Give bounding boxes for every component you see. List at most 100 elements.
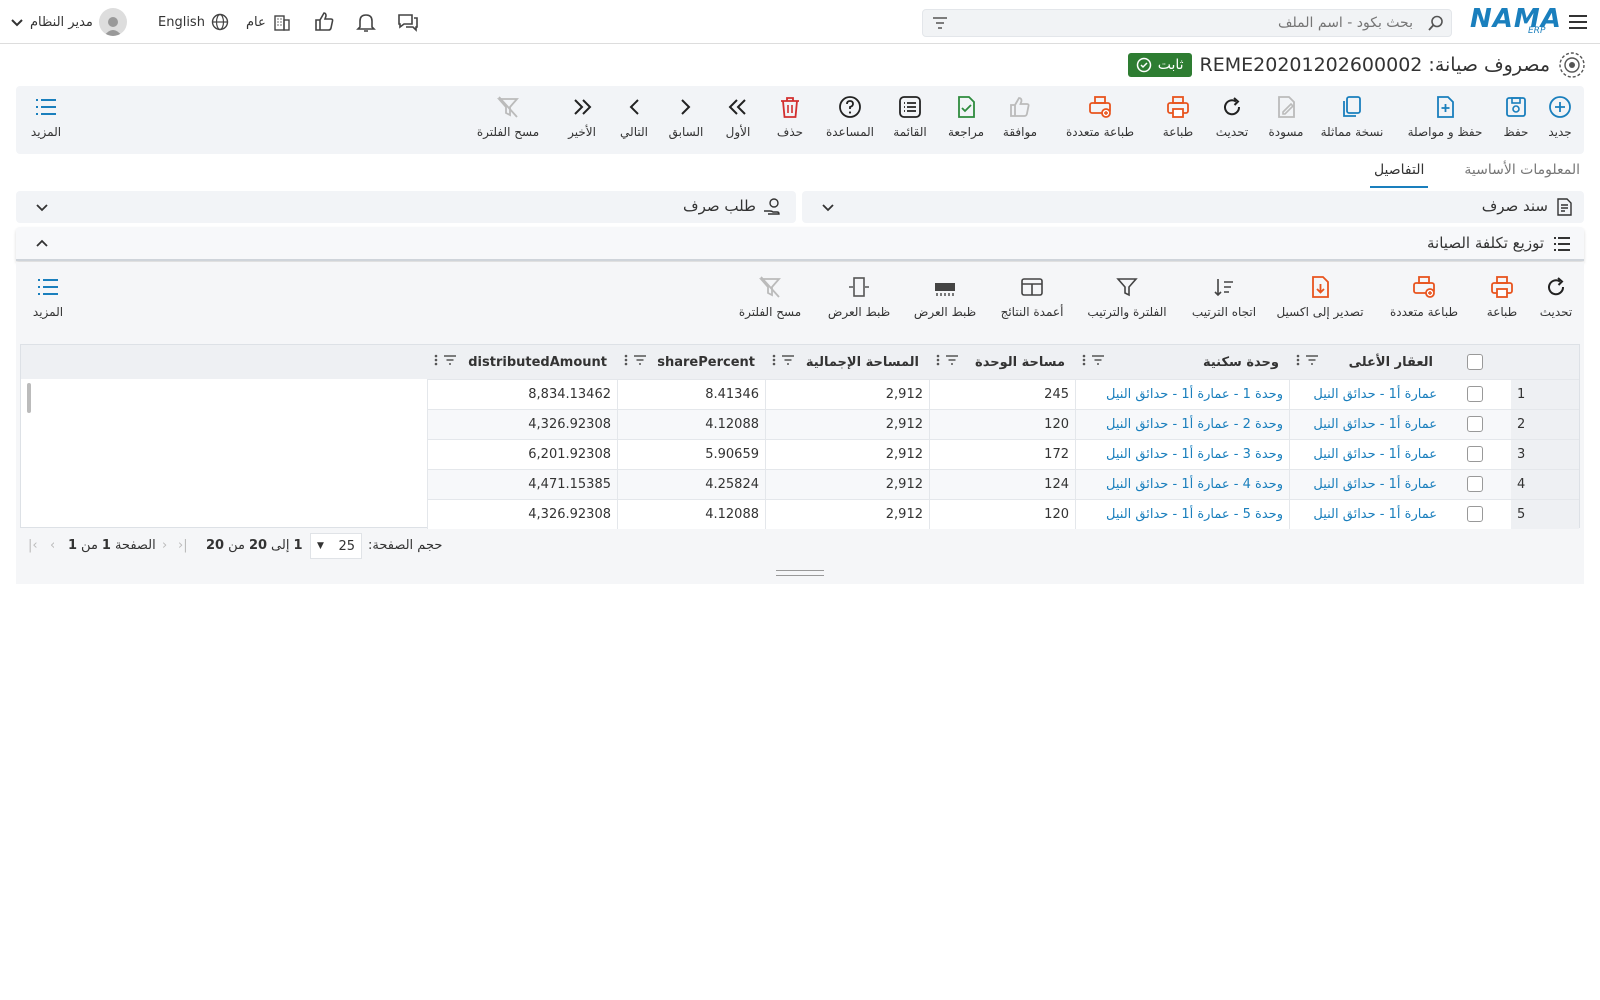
- chevron-up-icon[interactable]: [34, 236, 50, 252]
- list-icon: [899, 96, 921, 118]
- col-housing-unit-cell[interactable]: وحدة 5 - عمارة أ1 - حدائق النيل: [1075, 499, 1289, 529]
- row-checkbox[interactable]: [1467, 386, 1483, 402]
- tab-basic-info[interactable]: المعلومات الأساسية: [1460, 156, 1584, 188]
- page-size-select[interactable]: ▼ 25: [310, 533, 362, 559]
- chat-icon[interactable]: [396, 10, 420, 34]
- payment-request-panel[interactable]: طلب صرف: [16, 191, 796, 223]
- fit-width-button-1[interactable]: ظبط العرض: [906, 274, 984, 326]
- grid-print-button[interactable]: طباعة: [1480, 274, 1524, 326]
- export-excel-button[interactable]: تصدير إلى اكسيل: [1272, 274, 1368, 326]
- draft-button[interactable]: مسودة: [1264, 94, 1308, 146]
- select-all-checkbox[interactable]: [1467, 354, 1483, 370]
- column-menu-icon[interactable]: [1295, 353, 1321, 371]
- clear-filter-button[interactable]: مسح الفلترة: [466, 94, 550, 146]
- col-parent-property-cell[interactable]: عمارة أ1 - حدائق النيل: [1289, 499, 1443, 529]
- col-parent-property-cell[interactable]: عمارة أ1 - حدائق النيل: [1289, 379, 1443, 409]
- row-range: 1 إلى 20 من 20: [206, 538, 303, 553]
- col-distributed-amount-cell: 8,834.13462: [427, 379, 617, 409]
- row-checkbox[interactable]: [1467, 506, 1483, 522]
- delete-button[interactable]: حذف: [768, 94, 812, 146]
- list-button[interactable]: القائمة: [888, 94, 932, 146]
- search-input[interactable]: [963, 10, 1413, 36]
- column-menu-icon[interactable]: [433, 353, 459, 371]
- branch-switch[interactable]: عام: [246, 8, 292, 36]
- col-housing-unit-header[interactable]: وحدة سكنية: [1075, 345, 1289, 379]
- filter-icon[interactable]: [931, 14, 949, 32]
- new-button[interactable]: جديد: [1540, 94, 1580, 146]
- refresh-button[interactable]: تحديث: [1210, 94, 1254, 146]
- hamburger-menu-icon[interactable]: [1566, 10, 1590, 34]
- sort-direction-button[interactable]: اتجاه الترتيب: [1184, 274, 1264, 326]
- print-button[interactable]: طباعة: [1156, 94, 1200, 146]
- avatar: [98, 8, 127, 36]
- grid-more-button[interactable]: المزيد: [24, 274, 72, 326]
- user-menu[interactable]: مدير النظام: [10, 8, 127, 36]
- col-share-percent-header[interactable]: sharePercent: [617, 345, 765, 379]
- clear-filter-icon: [497, 96, 519, 118]
- chevron-down-icon[interactable]: [34, 199, 50, 215]
- save-button[interactable]: حفظ: [1496, 94, 1536, 146]
- col-parent-property-cell[interactable]: عمارة أ1 - حدائق النيل: [1289, 409, 1443, 439]
- pager-next-icon[interactable]: ‹: [50, 538, 55, 553]
- language-switch[interactable]: English: [158, 8, 229, 36]
- previous-button[interactable]: السابق: [664, 94, 708, 146]
- column-menu-icon[interactable]: [935, 353, 961, 371]
- refresh-icon: [1548, 277, 1565, 296]
- column-menu-icon[interactable]: [1081, 353, 1107, 371]
- col-parent-property-header[interactable]: العقار الأعلى: [1289, 345, 1443, 379]
- col-unit-area-cell: 172: [929, 439, 1075, 469]
- save-continue-button[interactable]: حفظ و مواصلة: [1400, 94, 1490, 146]
- col-parent-property-cell[interactable]: عمارة أ1 - حدائق النيل: [1289, 439, 1443, 469]
- grid-clear-filter-button[interactable]: مسح الفلترة: [728, 274, 812, 326]
- last-button[interactable]: الأخير: [560, 94, 604, 146]
- approve-button[interactable]: موافقة: [998, 94, 1042, 146]
- col-parent-property-cell[interactable]: عمارة أ1 - حدائق النيل: [1289, 469, 1443, 499]
- row-number: 1: [1511, 379, 1579, 409]
- row-checkbox[interactable]: [1467, 446, 1483, 462]
- next-button[interactable]: التالي: [612, 94, 656, 146]
- col-unit-area-header[interactable]: مساحة الوحدة: [929, 345, 1075, 379]
- money-hand-icon: [762, 197, 782, 217]
- grid-refresh-button[interactable]: تحديث: [1534, 274, 1578, 326]
- chevron-down-icon[interactable]: [820, 199, 836, 215]
- col-unit-area-label: مساحة الوحدة: [975, 354, 1065, 370]
- col-total-area-header[interactable]: المساحة الإجمالية: [765, 345, 929, 379]
- thumbs-up-icon[interactable]: [312, 10, 336, 34]
- fit-width-button-2[interactable]: ظبط العرض: [820, 274, 898, 326]
- more-button[interactable]: المزيد: [22, 94, 70, 146]
- filter-sort-button[interactable]: الفلترة والترتيب: [1078, 274, 1176, 326]
- col-housing-unit-cell[interactable]: وحدة 4 - عمارة أ1 - حدائق النيل: [1075, 469, 1289, 499]
- col-distributed-amount-header[interactable]: distributedAmount: [427, 345, 617, 379]
- grid-multi-print-button[interactable]: طباعة متعددة: [1376, 274, 1472, 326]
- payment-voucher-panel[interactable]: سند صرف: [802, 191, 1584, 223]
- global-search[interactable]: [922, 9, 1452, 37]
- col-total-area-cell: 2,912: [765, 499, 929, 529]
- row-checkbox[interactable]: [1467, 416, 1483, 432]
- help-button[interactable]: المساعدة: [822, 94, 878, 146]
- multi-printer-icon: [1089, 96, 1111, 118]
- row-checkbox[interactable]: [1467, 476, 1483, 492]
- grid-scrollbar[interactable]: [27, 383, 31, 413]
- column-menu-icon[interactable]: [771, 353, 797, 371]
- tab-details[interactable]: التفاصيل: [1369, 156, 1429, 188]
- resize-handle[interactable]: [776, 570, 824, 576]
- distribution-panel-header[interactable]: توزيع تكلفة الصيانة: [16, 227, 1584, 261]
- col-total-area-cell: 2,912: [765, 409, 929, 439]
- multi-print-button[interactable]: طباعة متعددة: [1050, 94, 1150, 146]
- pager-last-icon[interactable]: |‹: [28, 538, 38, 553]
- pager-prev-icon[interactable]: ›: [162, 538, 167, 553]
- document-list-icon: [1554, 197, 1574, 217]
- first-button[interactable]: الأول: [716, 94, 760, 146]
- file-plus-icon: [1437, 96, 1454, 118]
- column-menu-icon[interactable]: [623, 353, 649, 371]
- bell-icon[interactable]: [354, 10, 378, 34]
- col-housing-unit-cell[interactable]: وحدة 2 - عمارة أ1 - حدائق النيل: [1075, 409, 1289, 439]
- pager-first-icon[interactable]: ›|: [178, 538, 188, 553]
- duplicate-button[interactable]: نسخة مماثلة: [1312, 94, 1392, 146]
- review-button[interactable]: مراجعة: [944, 94, 988, 146]
- col-housing-unit-cell[interactable]: وحدة 1 - عمارة أ1 - حدائق النيل: [1075, 379, 1289, 409]
- result-columns-button[interactable]: أعمدة النتائج: [992, 274, 1072, 326]
- nama-erp-logo: NAMA ERP: [1470, 4, 1562, 36]
- col-housing-unit-cell[interactable]: وحدة 3 - عمارة أ1 - حدائق النيل: [1075, 439, 1289, 469]
- chevrons-last-icon: [574, 99, 592, 115]
